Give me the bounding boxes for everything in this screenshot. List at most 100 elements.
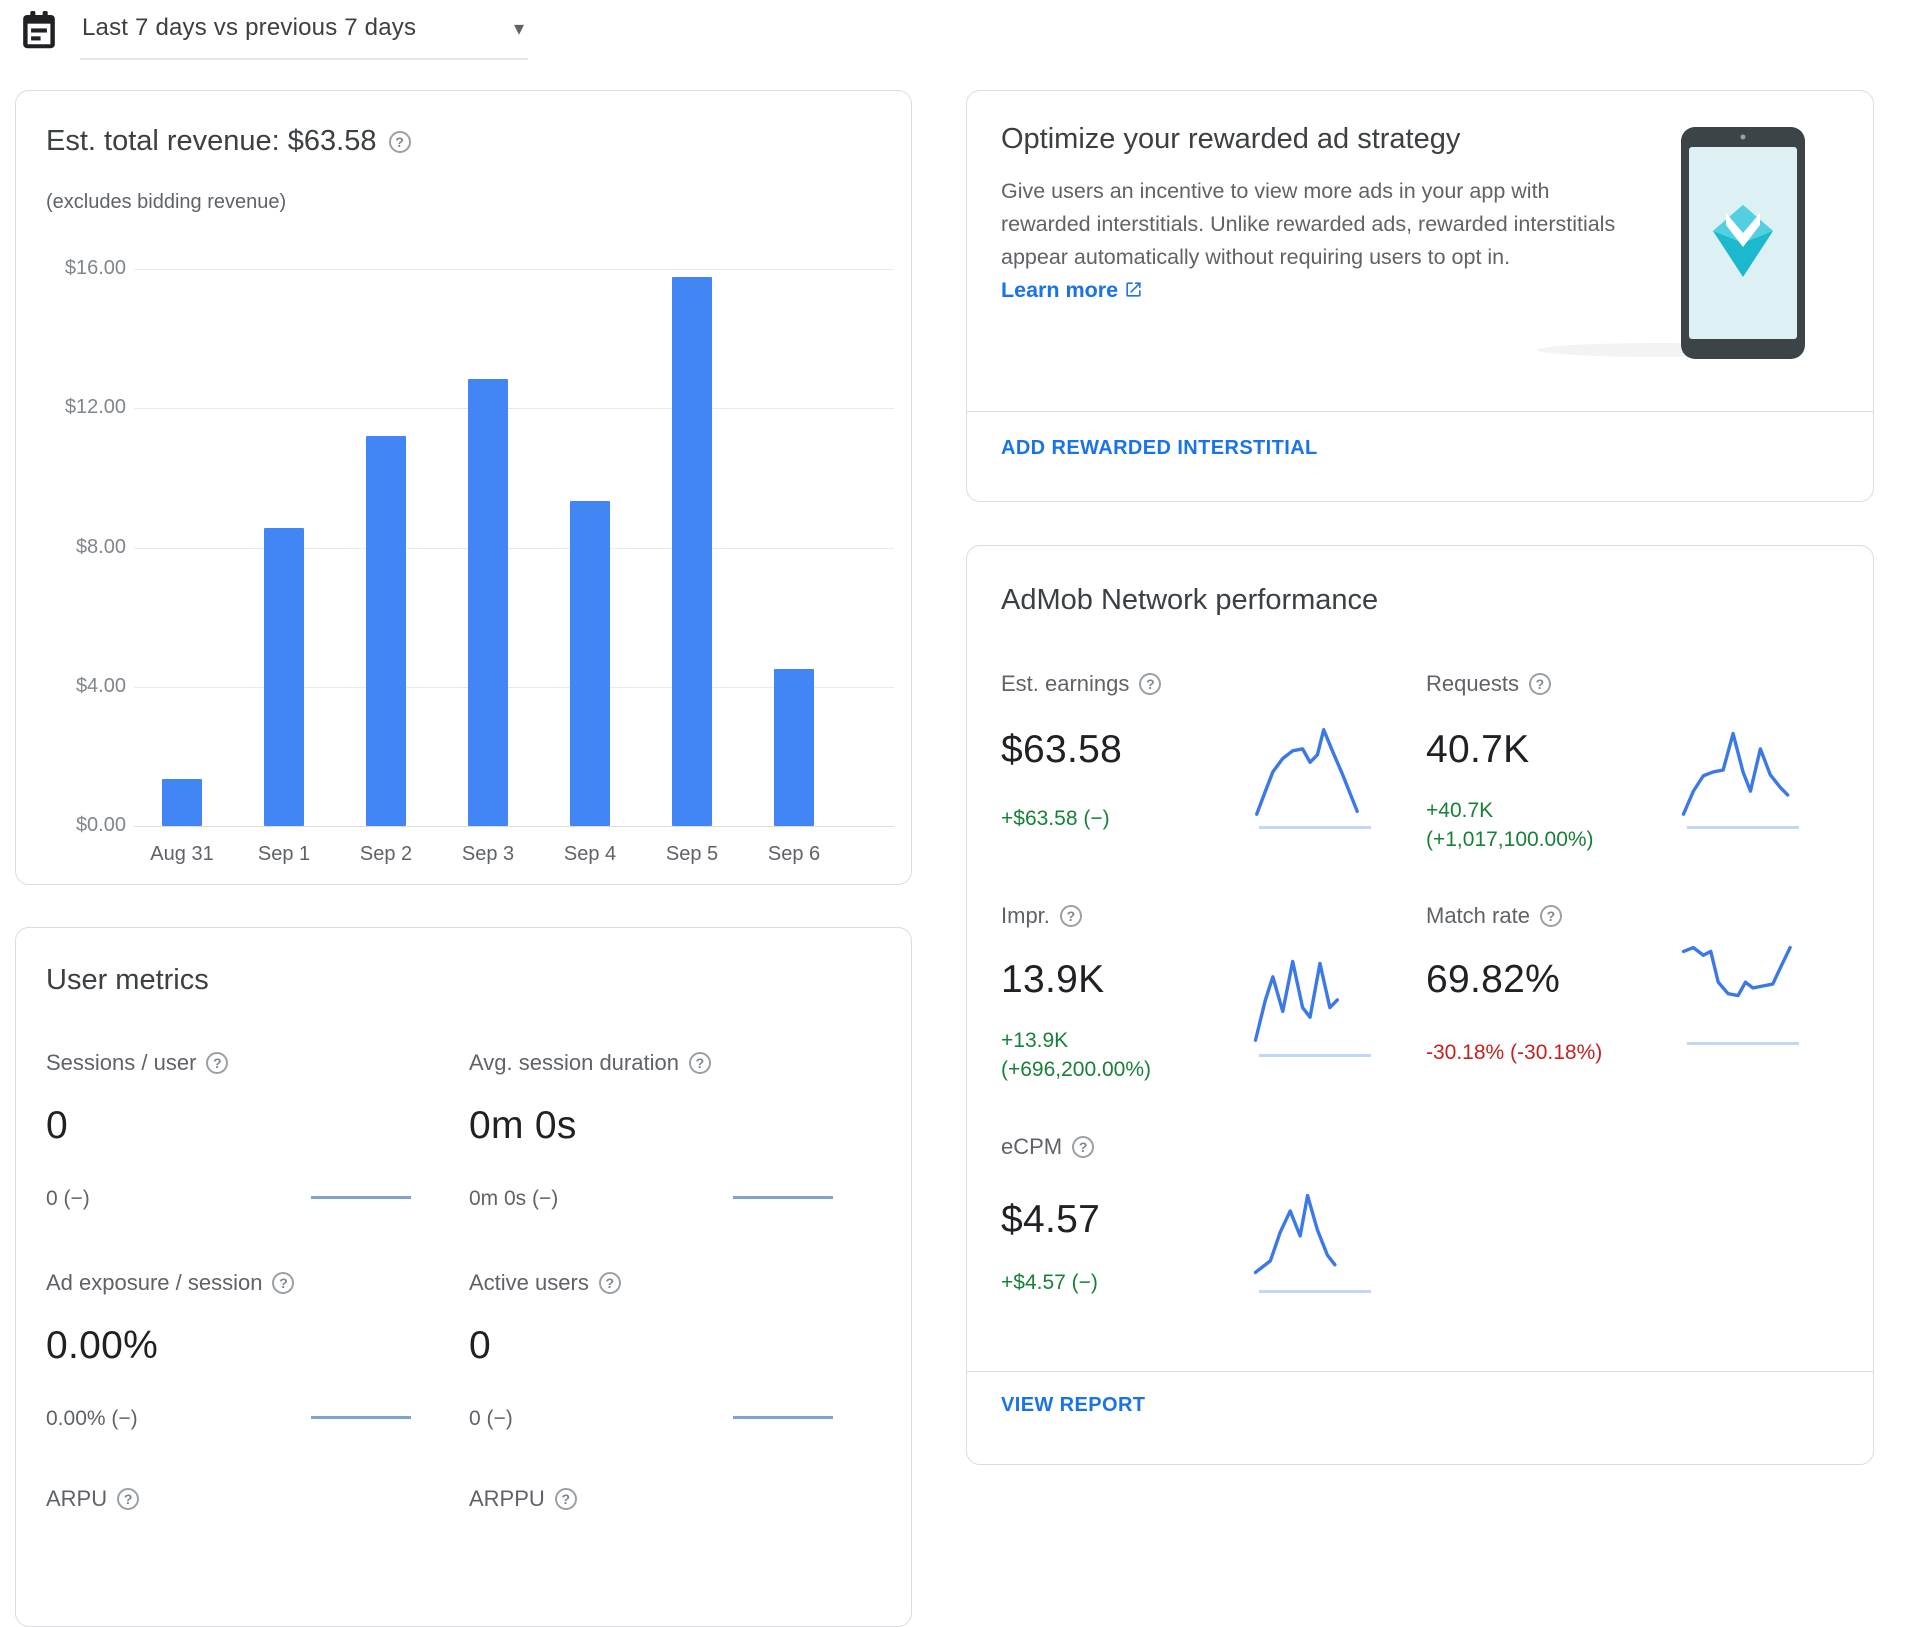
metric-delta-avg-session: 0m 0s (−) (469, 1184, 558, 1213)
xtick: Aug 31 (132, 843, 232, 866)
help-icon[interactable]: ? (689, 1052, 711, 1074)
help-icon[interactable]: ? (555, 1488, 577, 1510)
learn-more-link[interactable]: Learn more (1001, 278, 1143, 302)
help-icon[interactable]: ? (1060, 905, 1082, 927)
revenue-bar (162, 779, 202, 826)
flat-sparkline (733, 1416, 833, 1419)
help-icon[interactable]: ? (117, 1488, 139, 1510)
metric-label-ecpm: eCPM ? (1001, 1134, 1094, 1160)
metric-delta-ad-exposure: 0.00% (−) (46, 1404, 138, 1433)
metric-value-sessions-user: 0 (46, 1104, 68, 1148)
promo-body: Give users an incentive to view more ads… (1001, 175, 1641, 309)
ytick: $12.00 (34, 396, 126, 419)
metric-value-active-users: 0 (469, 1324, 491, 1368)
flat-sparkline (311, 1416, 411, 1419)
xtick: Sep 6 (744, 843, 844, 866)
help-icon[interactable]: ? (1072, 1136, 1094, 1158)
ytick: $4.00 (34, 675, 126, 698)
date-range-label: Last 7 days vs previous 7 days (82, 14, 416, 42)
user-metrics-card: User metrics Sessions / user ? 0 0 (−) A… (15, 927, 912, 1627)
metric-label-arpu: ARPU ? (46, 1486, 139, 1512)
sparkline-ecpm (1253, 1186, 1377, 1293)
ytick: $8.00 (34, 536, 126, 559)
promo-title: Optimize your rewarded ad strategy (1001, 123, 1460, 156)
metric-label-requests: Requests ? (1426, 671, 1551, 697)
flat-sparkline (733, 1196, 833, 1199)
view-report-button[interactable]: VIEW REPORT (1001, 1394, 1145, 1417)
metric-value-est-earnings: $63.58 (1001, 728, 1122, 772)
metric-label-match-rate: Match rate ? (1426, 903, 1562, 929)
performance-title: AdMob Network performance (1001, 584, 1378, 617)
open-in-new-icon (1124, 276, 1143, 309)
revenue-card: Est. total revenue: $63.58 ? (excludes b… (15, 90, 912, 885)
phone-illustration (1679, 125, 1807, 361)
metric-delta-requests: +40.7K (+1,017,100.00%) (1426, 796, 1594, 854)
sparkline-baseline (1687, 826, 1799, 829)
metric-value-match-rate: 69.82% (1426, 958, 1560, 1002)
metric-value-ad-exposure: 0.00% (46, 1324, 158, 1368)
calendar-icon[interactable] (20, 8, 58, 52)
metric-label-ad-exposure: Ad exposure / session ? (46, 1270, 294, 1296)
revenue-bar (570, 501, 610, 826)
metric-label-avg-session: Avg. session duration ? (469, 1050, 711, 1076)
date-range-selector[interactable]: Last 7 days vs previous 7 days ▾ (20, 8, 528, 60)
metric-delta-impressions: +13.9K (+696,200.00%) (1001, 1026, 1151, 1084)
help-icon[interactable]: ? (599, 1272, 621, 1294)
revenue-bar-chart: $0.00$4.00$8.00$12.00$16.00Aug 31Sep 1Se… (16, 241, 911, 881)
gridline (134, 408, 894, 409)
help-icon[interactable]: ? (1529, 673, 1551, 695)
xtick: Sep 2 (336, 843, 436, 866)
gridline axis (134, 826, 894, 827)
revenue-title-text: Est. total revenue: $63.58 (46, 125, 377, 158)
promo-card: Optimize your rewarded ad strategy Give … (966, 90, 1874, 502)
metric-delta-est-earnings: +$63.58 (−) (1001, 804, 1110, 833)
add-rewarded-interstitial-button[interactable]: ADD REWARDED INTERSTITIAL (1001, 437, 1318, 460)
metric-label-sessions-user: Sessions / user ? (46, 1050, 228, 1076)
metric-label-active-users: Active users ? (469, 1270, 621, 1296)
help-icon[interactable]: ? (1540, 905, 1562, 927)
xtick: Sep 5 (642, 843, 742, 866)
metric-delta-match-rate: -30.18% (-30.18%) (1426, 1038, 1602, 1067)
network-performance-card: AdMob Network performance Est. earnings … (966, 545, 1874, 1465)
chevron-down-icon: ▾ (514, 16, 524, 41)
ytick: $16.00 (34, 257, 126, 280)
metric-delta-sessions-user: 0 (−) (46, 1184, 90, 1213)
sparkline-baseline (1259, 1290, 1371, 1293)
xtick: Sep 4 (540, 843, 640, 866)
sparkline-requests (1681, 722, 1805, 829)
date-range-dropdown[interactable]: Last 7 days vs previous 7 days ▾ (80, 8, 528, 60)
metric-value-impressions: 13.9K (1001, 958, 1104, 1002)
flat-sparkline (311, 1196, 411, 1199)
help-icon[interactable]: ? (272, 1272, 294, 1294)
gridline (134, 269, 894, 270)
xtick: Sep 3 (438, 843, 538, 866)
help-icon[interactable]: ? (1139, 673, 1161, 695)
xtick: Sep 1 (234, 843, 334, 866)
divider (967, 411, 1873, 412)
metric-label-est-earnings: Est. earnings ? (1001, 671, 1161, 697)
sparkline-est-earnings (1253, 722, 1377, 829)
sparkline-impressions (1253, 950, 1377, 1057)
revenue-card-subtitle: (excludes bidding revenue) (46, 191, 286, 214)
gridline (134, 548, 894, 549)
sparkline-baseline (1687, 1042, 1799, 1045)
ytick: $0.00 (34, 814, 126, 837)
revenue-bar (468, 379, 508, 826)
user-metrics-title: User metrics (46, 964, 209, 997)
metric-value-requests: 40.7K (1426, 728, 1529, 772)
metric-label-impressions: Impr. ? (1001, 903, 1082, 929)
metric-value-avg-session: 0m 0s (469, 1104, 577, 1148)
help-icon[interactable]: ? (206, 1052, 228, 1074)
metric-value-ecpm: $4.57 (1001, 1198, 1100, 1242)
divider (967, 1371, 1873, 1372)
sparkline-baseline (1259, 826, 1371, 829)
revenue-card-title: Est. total revenue: $63.58 ? (46, 125, 411, 158)
revenue-bar (264, 528, 304, 826)
revenue-bar (672, 277, 712, 826)
sparkline-baseline (1259, 1054, 1371, 1057)
revenue-bar (774, 669, 814, 826)
revenue-bar (366, 436, 406, 826)
metric-label-arppu: ARPPU ? (469, 1486, 577, 1512)
help-icon[interactable]: ? (389, 131, 411, 153)
metric-delta-active-users: 0 (−) (469, 1404, 513, 1433)
